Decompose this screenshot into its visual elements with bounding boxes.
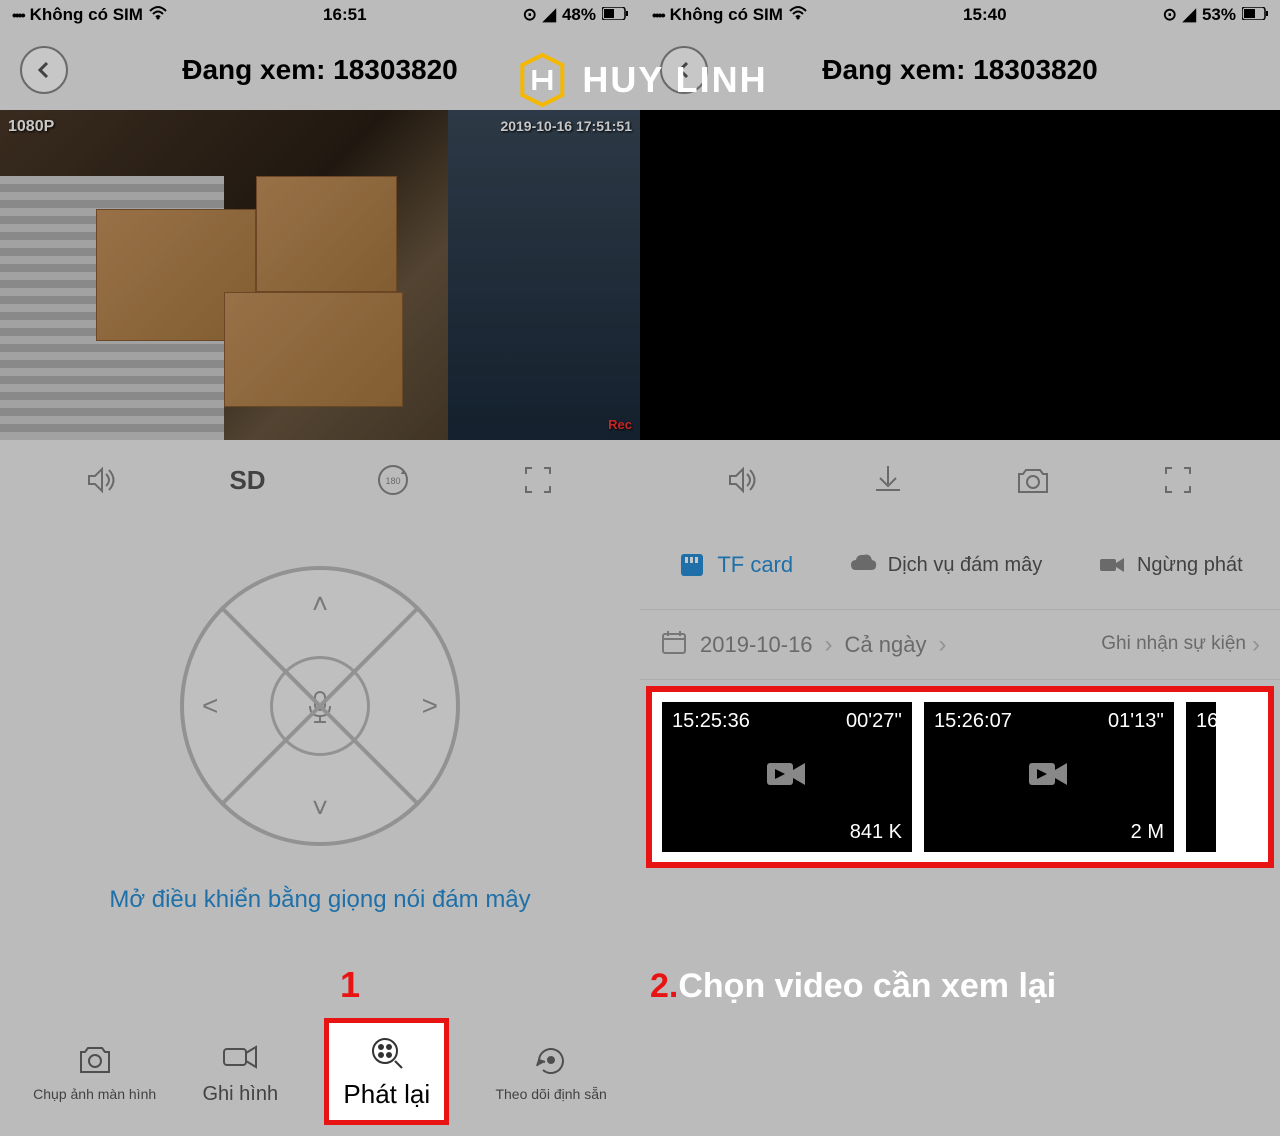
annotation-step-1: 1 (340, 964, 360, 1006)
nav-playback-label: Phát lại (343, 1079, 430, 1110)
fullscreen-icon[interactable] (520, 462, 556, 498)
filter-range[interactable]: Cả ngày (845, 632, 927, 658)
source-tf-label: TF card (717, 552, 793, 578)
ptz-down-icon[interactable]: ˅ (312, 792, 328, 824)
rotation-lock-icon: ⊙ (1163, 5, 1177, 25)
events-filter[interactable]: Ghi nhận sự kiện › (1101, 631, 1260, 659)
battery-icon (602, 5, 628, 25)
video-play-icon (1027, 759, 1071, 795)
clip-time: 16 (1196, 710, 1216, 733)
chevron-right-icon: › (1252, 631, 1260, 659)
ptz-left-icon[interactable]: ˂ (202, 690, 218, 722)
clip-time: 15:25:36 (672, 710, 750, 733)
chevron-right-icon: › (825, 631, 833, 659)
carrier-label: Không có SIM (670, 5, 783, 25)
ptz-up-icon[interactable]: ˄ (312, 588, 328, 620)
playback-video-area[interactable] (640, 110, 1280, 440)
source-tabs: TF card Dịch vụ đám mây Ngừng phát (640, 520, 1280, 610)
clock-label: 15:40 (963, 5, 1006, 25)
ptz-control-area: ˄ ˅ ˂ ˃ Mở điều khiển bằng giọng nói đám… (0, 520, 640, 960)
speaker-icon[interactable] (84, 462, 120, 498)
signal-icon: •••• (12, 7, 24, 23)
video-clip[interactable]: 15:25:36 00'27'' 841 K (662, 702, 912, 852)
carrier-label: Không có SIM (30, 5, 143, 25)
rec-indicator: Rec (608, 417, 632, 432)
filter-date[interactable]: 2019-10-16 (700, 632, 813, 658)
right-phone-screen: •••• Không có SIM 15:40 ⊙ ◢ 53% Đang xem… (640, 0, 1280, 1136)
ptz-wheel[interactable]: ˄ ˅ ˂ ˃ (180, 566, 460, 846)
voice-control-link[interactable]: Mở điều khiển bằng giọng nói đám mây (109, 886, 530, 914)
video-play-icon (765, 759, 809, 795)
quality-toggle[interactable]: SD (229, 465, 265, 496)
source-stop-label: Ngừng phát (1137, 554, 1243, 576)
left-phone-screen: •••• Không có SIM 16:51 ⊙ ◢ 48% Đang xem… (0, 0, 640, 1136)
video-controls: SD 180 (0, 440, 640, 520)
live-video-feed[interactable]: 1080P 2019-10-16 17:51:51 Rec (0, 110, 640, 440)
wifi-icon (789, 5, 807, 25)
video-clip[interactable]: 15:26:07 01'13'' 2 M (924, 702, 1174, 852)
chevron-right-icon: › (939, 631, 947, 659)
source-cloud[interactable]: Dịch vụ đám mây (848, 550, 1043, 580)
calendar-icon (660, 628, 688, 662)
battery-icon (1242, 5, 1268, 25)
clip-duration: 01'13'' (1108, 710, 1164, 733)
nav-record[interactable]: Ghi hình (202, 1037, 278, 1106)
source-tf-card[interactable]: TF card (677, 550, 793, 580)
playback-controls (640, 440, 1280, 520)
video-clips-list: 15:25:36 00'27'' 841 K 15:26:07 01'13'' … (646, 686, 1274, 868)
location-icon: ◢ (543, 5, 556, 25)
page-title: Đang xem: 18303820 (822, 54, 1098, 86)
clock-label: 16:51 (323, 5, 366, 25)
svg-text:180: 180 (385, 476, 400, 486)
date-filter-row: 2019-10-16 › Cả ngày › Ghi nhận sự kiện … (640, 610, 1280, 680)
annotation-text: Chọn video cần xem lại (678, 967, 1056, 1005)
status-bar: •••• Không có SIM 15:40 ⊙ ◢ 53% (640, 0, 1280, 30)
nav-screenshot[interactable]: Chụp ảnh màn hình (33, 1040, 156, 1102)
clip-size: 2 M (1131, 821, 1164, 844)
events-label: Ghi nhận sự kiện (1101, 634, 1246, 655)
annotation-step-2: 2.Chọn video cần xem lại (650, 967, 1056, 1006)
nav-record-label: Ghi hình (202, 1083, 278, 1106)
clip-time: 15:26:07 (934, 710, 1012, 733)
battery-percent: 48% (562, 5, 596, 25)
clip-size: 841 K (850, 821, 902, 844)
wifi-icon (149, 5, 167, 25)
nav-screenshot-label: Chụp ảnh màn hình (33, 1086, 156, 1102)
rotate-180-icon[interactable]: 180 (375, 462, 411, 498)
back-button[interactable] (20, 46, 68, 94)
nav-preset-label: Theo dõi định sẵn (495, 1086, 606, 1102)
download-icon[interactable] (870, 462, 906, 498)
nav-playback[interactable]: Phát lại (324, 1018, 449, 1125)
status-bar: •••• Không có SIM 16:51 ⊙ ◢ 48% (0, 0, 640, 30)
speaker-icon[interactable] (725, 462, 761, 498)
resolution-badge: 1080P (8, 118, 54, 136)
rotation-lock-icon: ⊙ (523, 5, 537, 25)
source-stop[interactable]: Ngừng phát (1097, 550, 1243, 580)
fullscreen-icon[interactable] (1160, 462, 1196, 498)
clip-duration: 00'27'' (846, 710, 902, 733)
source-cloud-label: Dịch vụ đám mây (888, 554, 1043, 576)
video-timestamp: 2019-10-16 17:51:51 (500, 118, 632, 134)
bottom-nav: Chụp ảnh màn hình Ghi hình Phát lại Theo… (0, 1006, 640, 1136)
ptz-right-icon[interactable]: ˃ (422, 690, 438, 722)
logo-text: HUY LINH (582, 59, 767, 101)
signal-icon: •••• (652, 7, 664, 23)
camera-icon[interactable] (1015, 462, 1051, 498)
nav-preset[interactable]: Theo dõi định sẵn (495, 1040, 606, 1102)
annotation-num: 2. (650, 967, 678, 1005)
logo-icon (512, 50, 572, 110)
video-clip[interactable]: 16 (1186, 702, 1216, 852)
battery-percent: 53% (1202, 5, 1236, 25)
watermark-logo: HUY LINH (512, 50, 767, 110)
location-icon: ◢ (1183, 5, 1196, 25)
page-title: Đang xem: 18303820 (182, 54, 458, 86)
